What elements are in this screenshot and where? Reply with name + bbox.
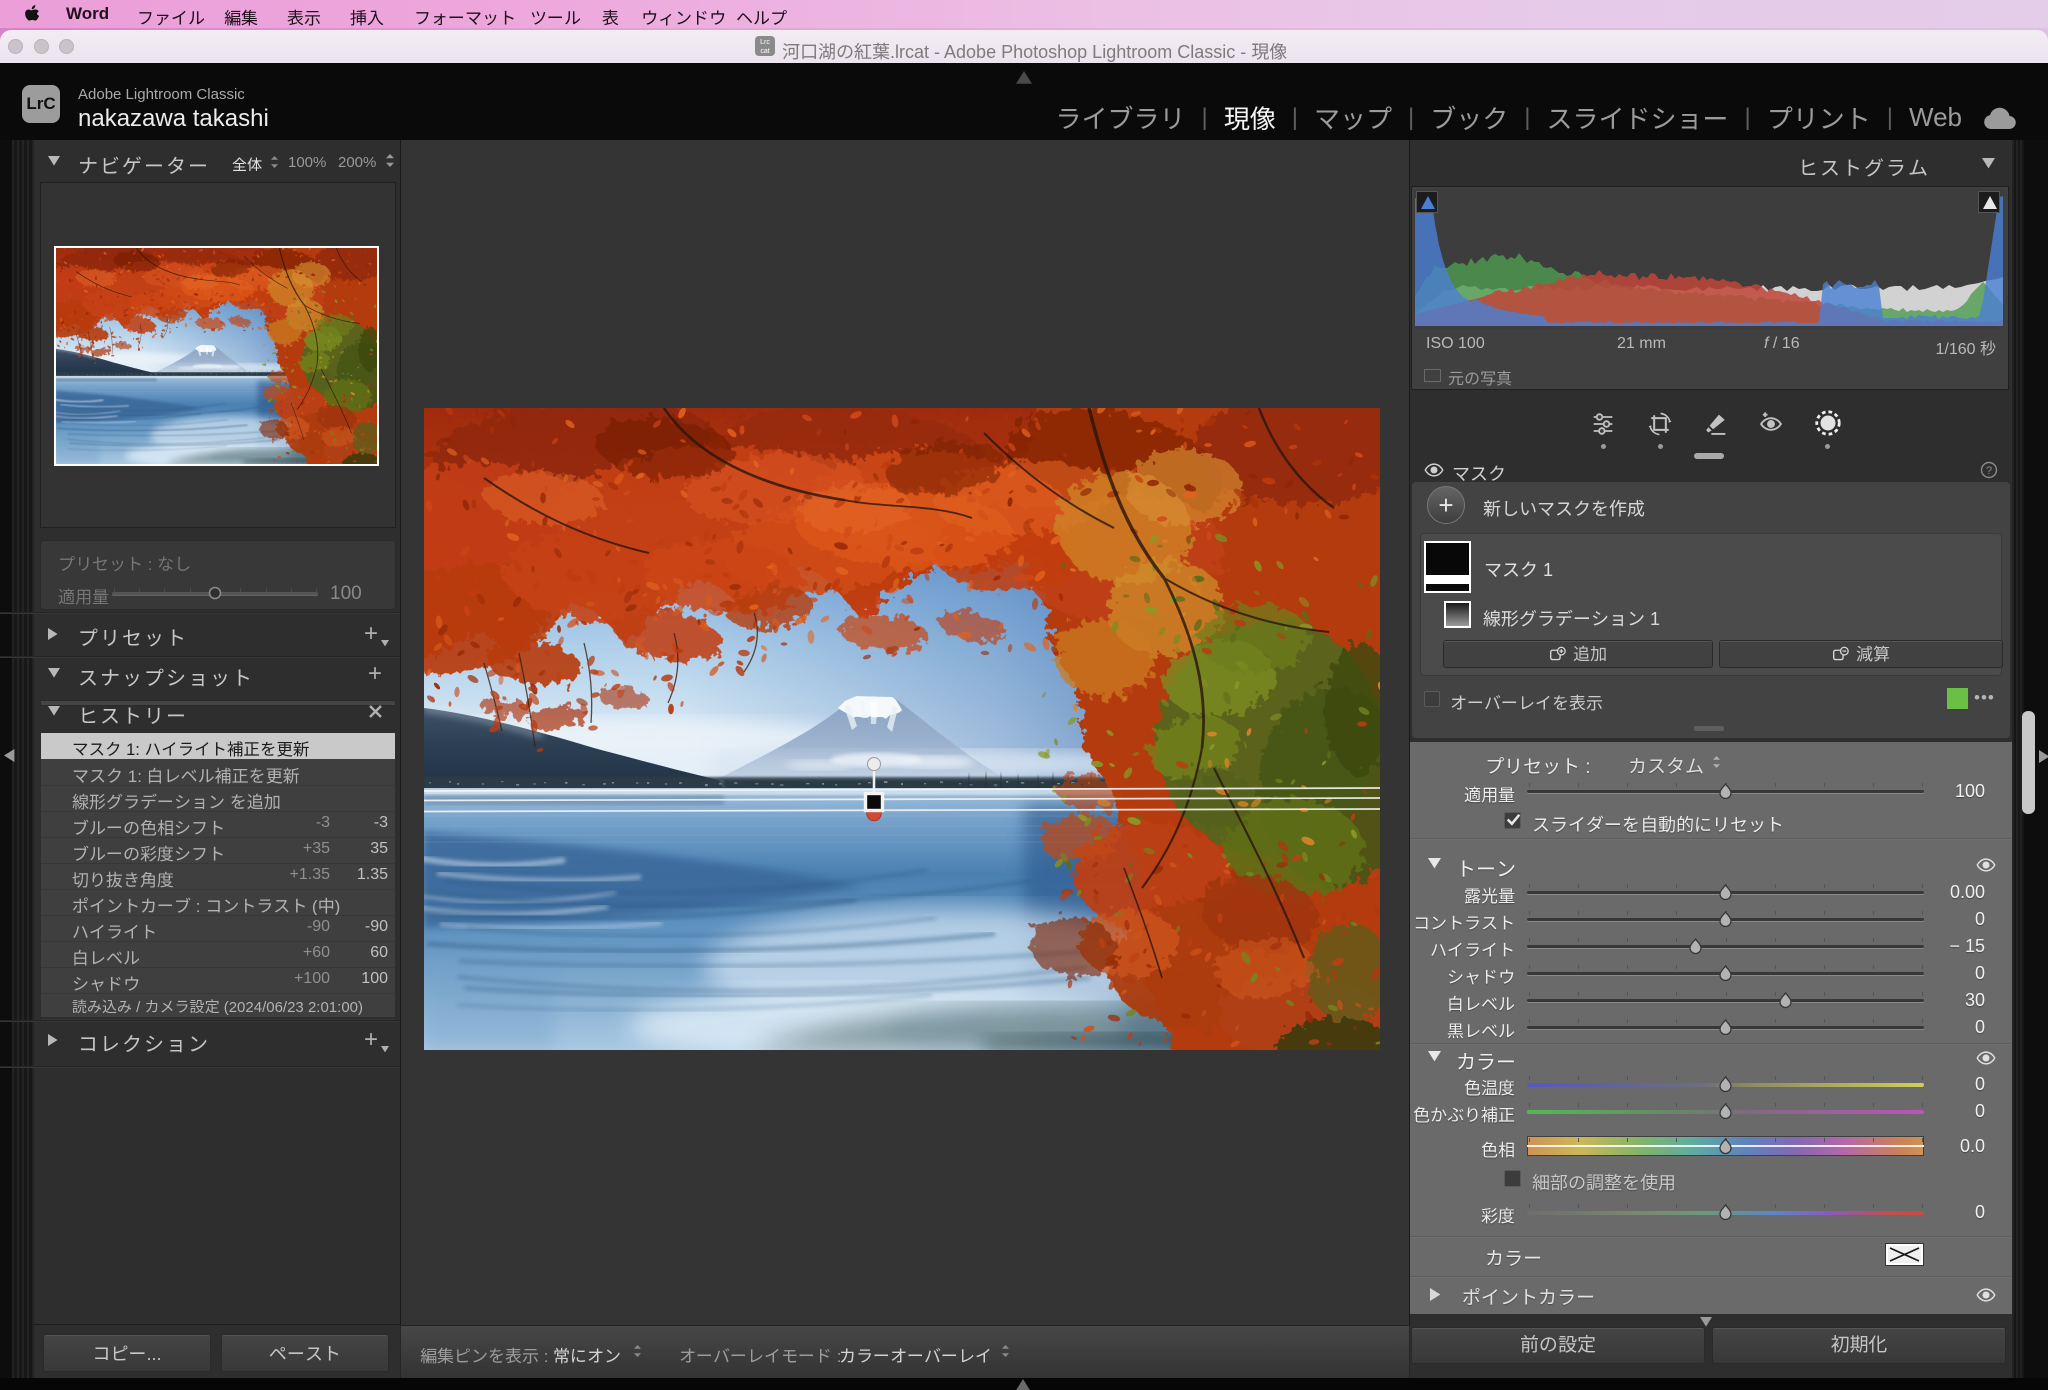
svg-text:?: ? xyxy=(1986,465,1992,477)
